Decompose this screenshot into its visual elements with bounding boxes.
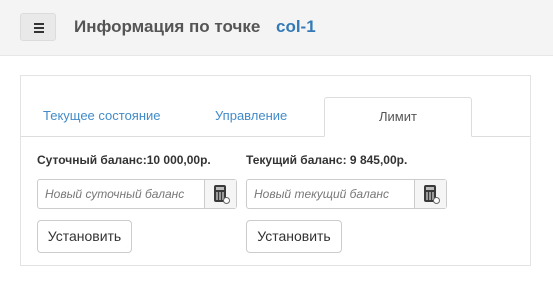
point-info-panel: Текущее состояние Управление Лимит Суточ… [20,75,531,266]
current-balance-label: Текущий баланс: 9 845,00р. [246,153,408,167]
page-title: Информация по точке [74,17,261,36]
current-balance-input-group: Новый текущий баланс [246,179,447,209]
daily-balance-label: Суточный баланс:10 000,00р. [37,153,211,167]
hamburger-menu-button[interactable] [20,13,56,41]
tab-control[interactable]: Управление [215,97,287,136]
top-bar: Информация по точке col-1 [0,0,553,56]
set-daily-balance-button[interactable]: Установить [37,220,132,253]
tab-current-state[interactable]: Текущее состояние [43,97,161,136]
daily-calculator-button[interactable] [204,180,236,208]
daily-balance-input-group: Новый суточный баланс [37,179,237,209]
daily-balance-input[interactable]: Новый суточный баланс [45,180,184,208]
calculator-icon [424,185,440,204]
tab-bar: Текущее состояние Управление Лимит [21,97,530,137]
set-current-balance-button[interactable]: Установить [246,220,342,253]
calculator-icon [214,185,230,204]
current-calculator-button[interactable] [414,180,446,208]
point-id: col-1 [276,17,316,36]
tab-limit[interactable]: Лимит [324,97,472,137]
current-balance-input[interactable]: Новый текущий баланс [254,180,389,208]
